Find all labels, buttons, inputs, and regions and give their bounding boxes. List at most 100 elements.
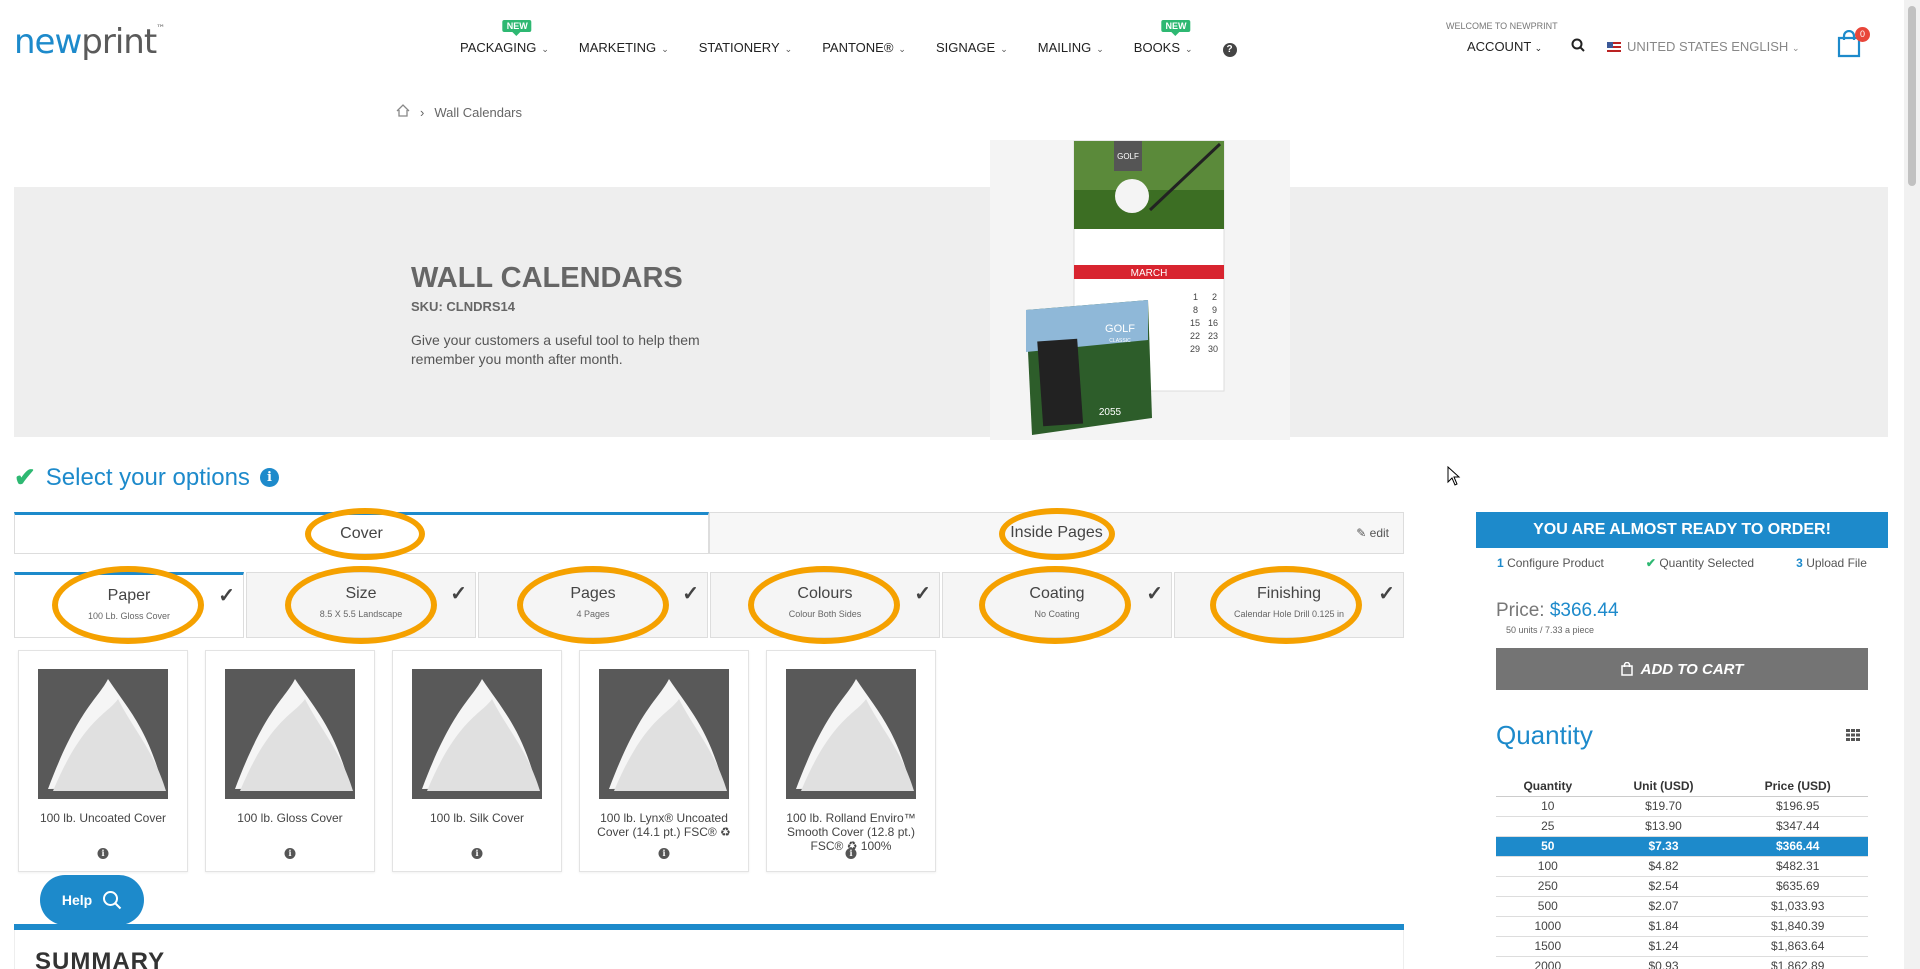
search-icon	[103, 891, 122, 910]
checkmark-icon: ✓	[1378, 583, 1395, 605]
paper-card[interactable]: 100 lb. Rolland Enviro™ Smooth Cover (12…	[766, 650, 936, 872]
chevron-down-icon: ⌄	[898, 44, 906, 54]
help-button[interactable]: Help	[40, 875, 144, 925]
option-tab-paper[interactable]: Paper 100 Lb. Gloss Cover ✓	[14, 572, 244, 638]
checkmark-icon: ✓	[682, 583, 699, 605]
account-menu[interactable]: ACCOUNT ⌄	[1467, 39, 1542, 54]
language-selector[interactable]: UNITED STATES ENGLISH ⌄	[1607, 39, 1800, 54]
page-title: WALL CALENDARS	[411, 262, 683, 294]
column-header-quantity: Quantity	[1496, 776, 1600, 797]
tab-cover[interactable]: Cover	[14, 512, 709, 554]
info-icon[interactable]: i	[658, 848, 670, 859]
step-upload[interactable]: 3 Upload File	[1796, 556, 1867, 570]
paper-stack-image	[38, 669, 168, 799]
svg-text:9: 9	[1212, 305, 1217, 315]
svg-text:2: 2	[1212, 292, 1217, 302]
svg-text:1: 1	[1193, 292, 1198, 302]
price-display: Price: $366.44	[1496, 600, 1619, 621]
table-row[interactable]: 25 $13.90 $347.44	[1496, 816, 1868, 837]
paper-stack-image	[599, 669, 729, 799]
chevron-down-icon: ⌄	[541, 44, 549, 54]
option-tab-finishing[interactable]: Finishing Calendar Hole Drill 0.125 in ✓	[1174, 572, 1404, 638]
page: newprint™ NEW PACKAGING ⌄ MARKETING ⌄ STATI…	[0, 0, 1920, 969]
nav-marketing[interactable]: MARKETING ⌄	[579, 40, 683, 57]
nav-signage[interactable]: SIGNAGE ⌄	[936, 40, 1022, 57]
info-icon[interactable]: i	[845, 848, 857, 859]
info-icon[interactable]: i	[259, 468, 279, 487]
mouse-cursor-icon	[1447, 466, 1461, 486]
column-header-price: Price (USD)	[1727, 776, 1868, 797]
step-configure[interactable]: 1 Configure Product	[1497, 556, 1604, 570]
edit-link[interactable]: ✎ edit	[1356, 526, 1389, 540]
nav-mailing[interactable]: MAILING ⌄	[1038, 40, 1118, 57]
table-row[interactable]: 500 $2.07 $1,033.93	[1496, 896, 1868, 917]
quantity-price-table: Quantity Unit (USD) Price (USD) 10 $19.70…	[1496, 776, 1868, 969]
grid-view-icon[interactable]	[1846, 728, 1860, 746]
paper-card[interactable]: 100 lb. Gloss Cover i	[205, 650, 375, 872]
paper-card[interactable]: 100 lb. Silk Cover i	[392, 650, 562, 872]
product-sku: SKU: CLNDRS14	[411, 299, 516, 314]
table-row[interactable]: 100 $4.82 $482.31	[1496, 856, 1868, 877]
paper-stack-image	[786, 669, 916, 799]
newprint-logo[interactable]: newprint™	[14, 22, 165, 62]
option-tab-colours[interactable]: Colours Colour Both Sides ✓	[710, 572, 940, 638]
svg-text:29: 29	[1190, 344, 1200, 354]
option-tab-pages[interactable]: Pages 4 Pages ✓	[478, 572, 708, 638]
tab-inside-pages[interactable]: Inside Pages ✎ edit	[709, 512, 1404, 554]
help-nav-icon[interactable]: ?	[1222, 40, 1251, 57]
checkmark-icon: ✓	[914, 583, 931, 605]
paper-card[interactable]: 100 lb. Lynx® Uncoated Cover (14.1 pt.) …	[579, 650, 749, 872]
price-per-unit: 50 units / 7.33 a piece	[1506, 625, 1595, 635]
table-row[interactable]: 1500 $1.24 $1,863.64	[1496, 936, 1868, 957]
chevron-down-icon: ⌄	[1096, 44, 1104, 54]
info-icon[interactable]: i	[471, 848, 483, 859]
search-icon[interactable]	[1571, 38, 1585, 57]
breadcrumb-separator: ›	[420, 104, 425, 120]
breadcrumb-current: Wall Calendars	[434, 104, 523, 120]
home-icon[interactable]	[396, 104, 410, 120]
info-icon[interactable]: i	[284, 848, 296, 859]
nav-pantone[interactable]: PANTONE® ⌄	[822, 40, 920, 57]
svg-text:16: 16	[1208, 318, 1218, 328]
table-row-selected[interactable]: 50 $7.33 $366.44	[1496, 836, 1868, 857]
info-icon[interactable]: i	[97, 848, 109, 859]
breadcrumb: › Wall Calendars	[396, 104, 522, 120]
chevron-down-icon: ⌄	[1185, 44, 1193, 54]
column-header-unit: Unit (USD)	[1599, 776, 1728, 797]
nav-packaging[interactable]: NEW PACKAGING ⌄	[460, 20, 563, 57]
option-tab-size[interactable]: Size 8.5 X 5.5 Landscape ✓	[246, 572, 476, 638]
order-steps: 1 Configure Product ✔ Quantity Selected …	[1476, 556, 1888, 570]
table-row[interactable]: 2000 $0.93 $1,862.89	[1496, 956, 1868, 969]
scrollbar-thumb[interactable]	[1908, 6, 1916, 186]
quantity-heading: Quantity	[1496, 720, 1593, 750]
calendar-year-text: 2055	[1099, 407, 1122, 418]
cart-count-badge: 0	[1855, 27, 1870, 42]
option-tab-coating[interactable]: Coating No Coating ✓	[942, 572, 1172, 638]
step-quantity[interactable]: ✔ Quantity Selected	[1646, 556, 1754, 570]
calendar-brand-text: GOLF	[1117, 152, 1139, 161]
checkmark-icon: ✓	[218, 585, 235, 607]
table-row[interactable]: 250 $2.54 $635.69	[1496, 876, 1868, 897]
chevron-down-icon: ⌄	[1000, 44, 1008, 54]
main-nav: NEW PACKAGING ⌄ MARKETING ⌄ STATIONERY ⌄ PAN…	[460, 20, 1267, 57]
paper-stack-image	[225, 669, 355, 799]
table-row[interactable]: 10 $19.70 $196.95	[1496, 796, 1868, 817]
new-badge: NEW	[502, 20, 532, 36]
summary-section: SUMMARY	[14, 930, 1404, 969]
add-to-cart-button[interactable]: ADD TO CART	[1496, 648, 1868, 690]
svg-text:15: 15	[1190, 318, 1200, 328]
paper-options: 100 lb. Uncoated Cover i 100 lb. Gloss C…	[18, 650, 936, 872]
paper-card[interactable]: 100 lb. Uncoated Cover i	[18, 650, 188, 872]
chevron-down-icon: ⌄	[784, 44, 793, 54]
nav-books[interactable]: NEW BOOKS ⌄	[1134, 20, 1207, 57]
nav-stationery[interactable]: STATIONERY ⌄	[699, 40, 806, 57]
checkmark-icon: ✓	[1146, 583, 1163, 605]
hero-banner	[14, 187, 1888, 437]
chevron-down-icon: ⌄	[661, 44, 669, 54]
summary-heading: SUMMARY	[35, 948, 166, 969]
paper-stack-image	[412, 669, 542, 799]
table-row[interactable]: 1000 $1.84 $1,840.39	[1496, 916, 1868, 937]
new-badge: NEW	[1161, 20, 1191, 36]
page-scrollbar[interactable]	[1904, 0, 1920, 969]
us-flag-icon	[1607, 42, 1621, 52]
